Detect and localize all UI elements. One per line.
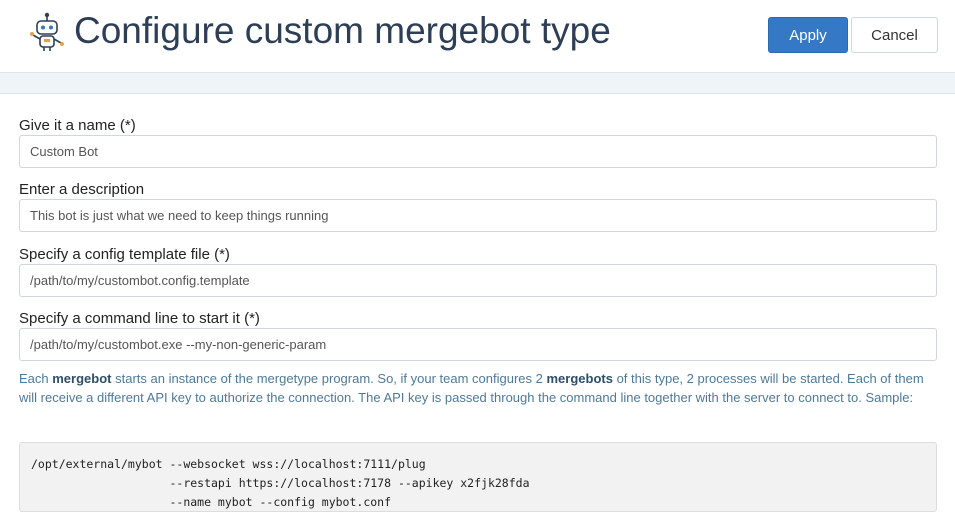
sample-code-line: --name mybot --config mybot.conf	[31, 495, 392, 509]
sample-code-line: /opt/external/mybot --websocket wss://lo…	[31, 457, 426, 471]
page-header: Configure custom mergebot type Apply Can…	[0, 0, 955, 73]
command-line-input[interactable]	[19, 328, 937, 361]
command-line-label: Specify a command line to start it (*)	[19, 310, 260, 327]
sample-code-line: --restapi https://localhost:7178 --apike…	[31, 476, 530, 490]
sample-code-block: /opt/external/mybot --websocket wss://lo…	[19, 442, 937, 512]
cancel-button[interactable]: Cancel	[851, 17, 938, 53]
robot-icon	[30, 12, 64, 51]
config-template-label: Specify a config template file (*)	[19, 246, 230, 263]
description-label: Enter a description	[19, 181, 145, 198]
mergebots-term: mergebots	[546, 371, 613, 386]
page-title: Configure custom mergebot type	[74, 10, 611, 51]
header-divider-band	[0, 73, 955, 94]
description-input[interactable]	[19, 199, 937, 232]
apply-button[interactable]: Apply	[768, 17, 848, 53]
name-input[interactable]	[19, 135, 937, 168]
help-text: Each mergebot starts an instance of the …	[19, 371, 924, 405]
mergebot-term: mergebot	[52, 371, 112, 386]
name-label: Give it a name (*)	[19, 117, 136, 134]
config-template-input[interactable]	[19, 264, 937, 297]
